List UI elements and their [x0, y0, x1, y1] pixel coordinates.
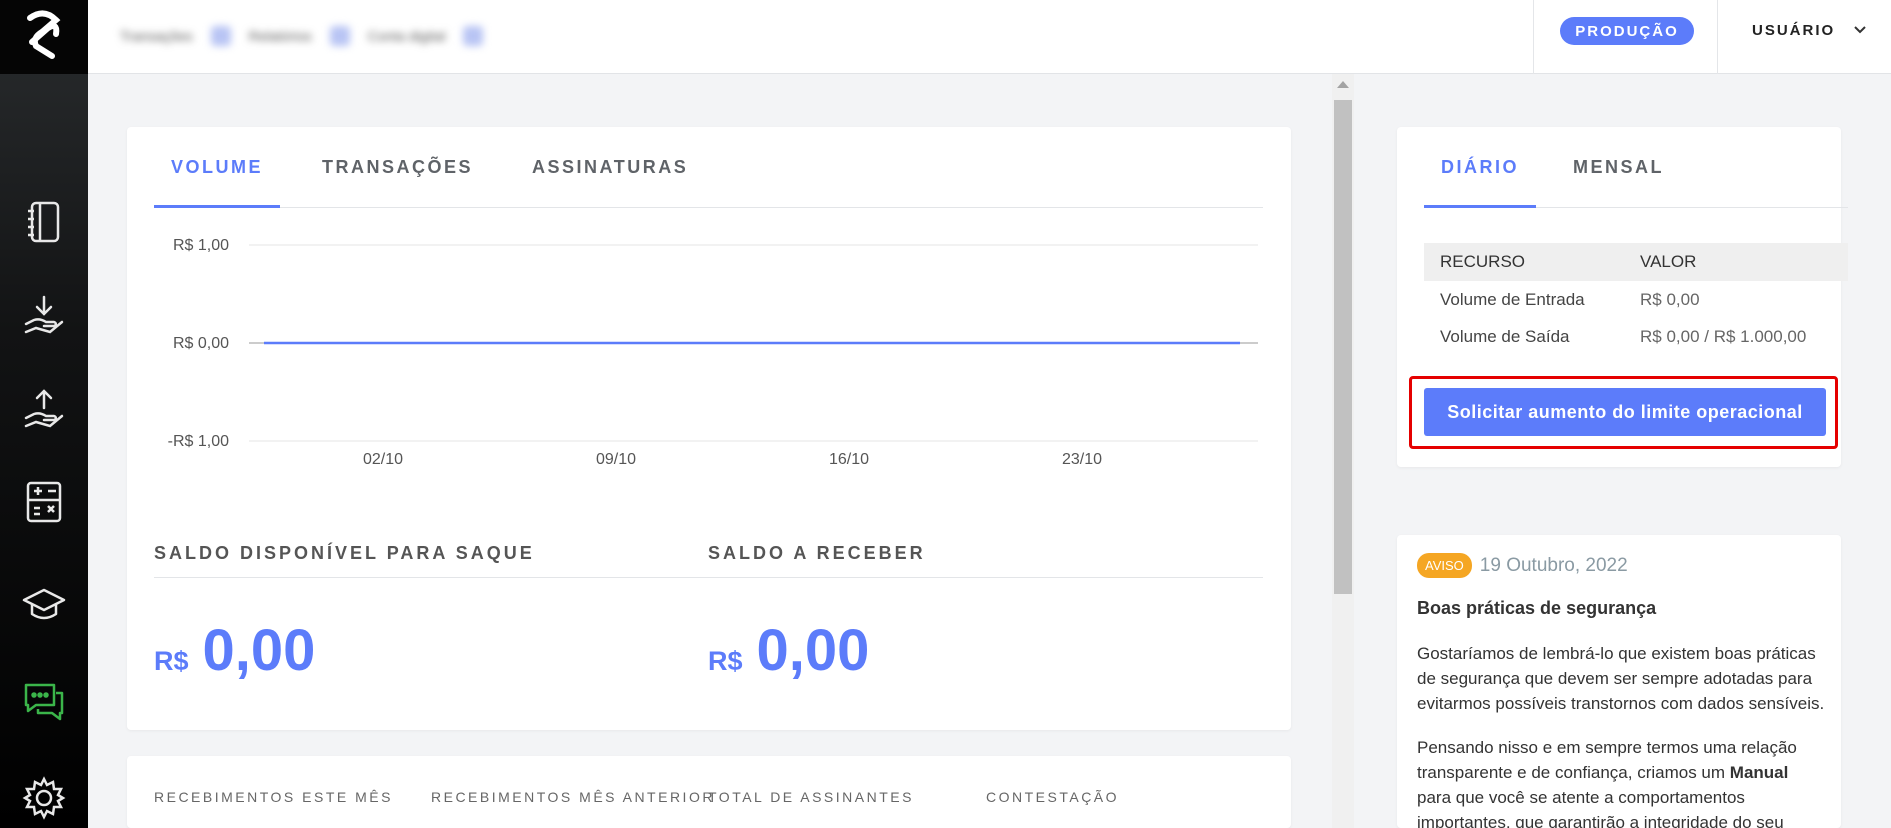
notice-paragraph: Gostaríamos de lembrá-lo que existem boa… [1417, 644, 1825, 713]
breadcrumb-item[interactable]: Transações [120, 28, 193, 44]
scroll-up-arrow-icon[interactable] [1337, 81, 1349, 88]
receivable-balance-label: SALDO A RECEBER [708, 543, 926, 563]
available-balance-label: SALDO DISPONÍVEL PARA SAQUE [154, 543, 535, 563]
notice-date: 19 Outubro, 2022 [1479, 554, 1628, 576]
notice-title: Boas práticas de segurança [1417, 598, 1657, 618]
stat-label-receipts-last-month: RECEBIMENTOS MÊS ANTERIOR [431, 789, 715, 805]
resource-value: R$ 0,00 [1640, 289, 1700, 309]
receive-money-icon[interactable] [20, 292, 68, 340]
chat-bubbles-icon[interactable] [20, 678, 68, 726]
available-balance-value: R$ 0,00 [154, 617, 315, 684]
balance-amount: 0,00 [756, 618, 870, 683]
volume-tabs: VOLUME TRANSAÇÕES ASSINATURAS [154, 127, 1263, 208]
stats-card: RECEBIMENTOS ESTE MÊS RECEBIMENTOS MÊS A… [127, 756, 1291, 828]
breadcrumb[interactable]: Transações Relatórios Conta digital [110, 12, 990, 60]
breadcrumb-item[interactable]: Conta digital [368, 28, 446, 44]
limits-table: RECURSO VALOR Volume de Entrada R$ 0,00 … [1424, 243, 1848, 355]
volume-card: VOLUME TRANSAÇÕES ASSINATURAS R$ 1,00 R$ … [127, 127, 1291, 730]
x-tick-label: 02/10 [363, 451, 403, 468]
limit-period-tabs: DIÁRIO MENSAL [1424, 127, 1848, 208]
stat-label-receipts-this-month: RECEBIMENTOS ESTE MÊS [154, 789, 393, 805]
volume-chart: R$ 1,00 R$ 0,00 -R$ 1,00 02/10 09/10 16/10 23/… [168, 237, 1258, 468]
tab-mensal[interactable]: MENSAL [1556, 127, 1681, 207]
stat-label-chargebacks: CONTESTAÇÃO [986, 789, 1120, 805]
send-money-icon[interactable] [20, 386, 68, 434]
stat-label-total-subscribers: TOTAL DE ASSINANTES [708, 789, 914, 805]
sidebar [0, 0, 88, 828]
tab-diario[interactable]: DIÁRIO [1424, 127, 1536, 208]
header-divider [1717, 0, 1718, 74]
request-limit-increase-button[interactable]: Solicitar aumento do limite operacional [1424, 388, 1826, 436]
graduation-cap-icon[interactable] [20, 582, 68, 630]
breadcrumb-item[interactable]: Relatórios [249, 28, 312, 44]
gear-icon[interactable] [20, 774, 68, 822]
tab-volume[interactable]: VOLUME [154, 127, 281, 208]
x-tick-label: 23/10 [1062, 451, 1102, 468]
notice-header: AVISO 19 Outubro, 2022 [1417, 553, 1628, 578]
x-tick-label: 16/10 [829, 451, 869, 468]
manual-link[interactable]: Manual [1730, 763, 1789, 782]
chevron-down-icon [1854, 26, 1866, 34]
divider [154, 577, 1263, 578]
y-tick-label: R$ 0,00 [173, 335, 229, 352]
table-row: Volume de Saída R$ 0,00 / R$ 1.000,00 [1424, 318, 1848, 355]
column-header: VALOR [1624, 243, 1848, 281]
currency-symbol: R$ [708, 646, 743, 676]
balance-amount: 0,00 [202, 618, 316, 683]
notice-badge: AVISO [1417, 553, 1472, 578]
y-tick-label: -R$ 1,00 [168, 433, 229, 450]
logo-icon [27, 10, 61, 59]
scrollbar-thumb[interactable] [1334, 100, 1352, 594]
notice-paragraph: Pensando nisso e em sempre termos uma re… [1417, 735, 1827, 828]
x-tick-label: 09/10 [596, 451, 636, 468]
breadcrumb-chevron-icon [210, 26, 231, 46]
calculator-icon[interactable] [20, 478, 68, 526]
column-header: RECURSO [1424, 243, 1624, 281]
header-divider [1533, 0, 1534, 74]
user-menu[interactable]: USUÁRIO [1752, 18, 1867, 42]
y-tick-label: R$ 1,00 [173, 237, 229, 254]
table-header-row: RECURSO VALOR [1424, 243, 1848, 281]
notice-card: AVISO 19 Outubro, 2022 Boas práticas de … [1397, 535, 1841, 828]
scrollbar[interactable] [1332, 74, 1354, 828]
user-menu-label: USUÁRIO [1752, 21, 1836, 39]
tab-transacoes[interactable]: TRANSAÇÕES [305, 127, 490, 207]
receivable-balance-value: R$ 0,00 [708, 617, 869, 684]
notice-text: para que você se atente a comportamentos… [1417, 788, 1784, 828]
resource-name: Volume de Entrada [1440, 289, 1585, 309]
table-row: Volume de Entrada R$ 0,00 [1424, 281, 1848, 318]
tab-assinaturas[interactable]: ASSINATURAS [515, 127, 705, 207]
breadcrumb-chevron-icon [329, 26, 350, 46]
breadcrumb-chevron-icon [463, 26, 484, 46]
currency-symbol: R$ [154, 646, 189, 676]
resource-name: Volume de Saída [1440, 326, 1570, 346]
logo[interactable] [0, 0, 88, 74]
header: Transações Relatórios Conta digital PROD… [88, 0, 1891, 74]
limits-card: DIÁRIO MENSAL RECURSO VALOR Volume de En… [1397, 127, 1848, 467]
notebook-icon[interactable] [20, 198, 68, 246]
environment-badge[interactable]: PRODUÇÃO [1560, 17, 1694, 45]
resource-value: R$ 0,00 / R$ 1.000,00 [1640, 326, 1807, 346]
